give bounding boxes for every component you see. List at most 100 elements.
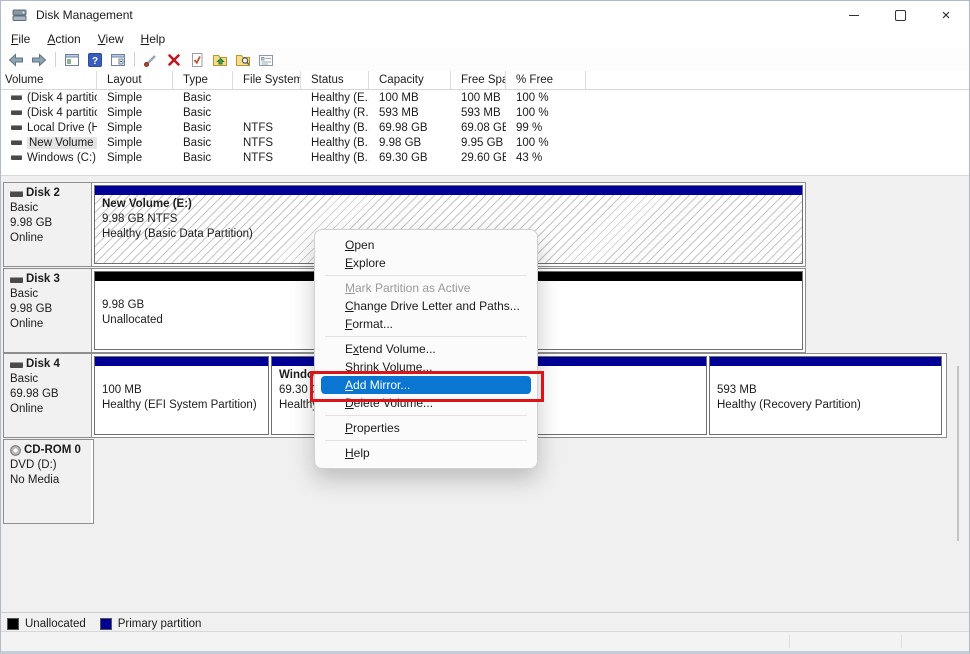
menu-separator: [325, 275, 527, 276]
annotation-red-box: [310, 371, 544, 402]
partition-size: 100 MB: [102, 383, 268, 398]
minimize-button[interactable]: [831, 1, 877, 29]
wand-icon[interactable]: [142, 51, 160, 68]
primary-partition-bar: [710, 357, 941, 366]
partition-status: Healthy (Recovery Partition): [717, 398, 941, 413]
properties-icon[interactable]: [257, 51, 275, 68]
col-type[interactable]: Type: [173, 71, 233, 89]
disk2-label[interactable]: Disk 2 Basic 9.98 GB Online: [4, 183, 92, 266]
mark-active-icon[interactable]: [188, 51, 206, 68]
back-icon[interactable]: [7, 51, 25, 68]
partition-size: 9.98 GB NTFS: [102, 212, 802, 227]
menu-file[interactable]: File: [4, 31, 37, 47]
menu-item-explore[interactable]: Explore: [315, 254, 537, 272]
cdrom-label[interactable]: CD-ROM 0 DVD (D:) No Media: [4, 440, 91, 523]
disk-name: Disk 3: [26, 272, 60, 287]
cell-capacity: 9.98 GB: [369, 135, 451, 150]
col-file-system[interactable]: File System: [233, 71, 301, 89]
menu-item-help[interactable]: Help: [315, 444, 537, 462]
cell-type: Basic: [173, 135, 233, 150]
disk-icon: [10, 191, 23, 197]
cell-layout: Simple: [97, 150, 173, 165]
close-button[interactable]: ×: [923, 1, 969, 29]
disk3-label[interactable]: Disk 3 Basic 9.98 GB Online: [4, 269, 92, 352]
cdrom-icon: [10, 445, 21, 456]
console-tree-icon[interactable]: [63, 51, 81, 68]
menu-item-properties[interactable]: Properties: [315, 419, 537, 437]
partition-size: 593 MB: [717, 383, 941, 398]
volume-icon: [11, 95, 22, 100]
cell-status: Healthy (R...: [301, 105, 369, 120]
forward-icon[interactable]: [30, 51, 48, 68]
svg-text:?: ?: [92, 56, 98, 67]
disk-kind: Basic: [10, 372, 87, 387]
status-divider: [901, 635, 902, 648]
action-pane-icon[interactable]: [109, 51, 127, 68]
menu-view[interactable]: View: [91, 31, 131, 47]
cell-layout: Simple: [97, 135, 173, 150]
scrollbar[interactable]: [957, 366, 959, 541]
disk-kind: Basic: [10, 287, 87, 302]
menu-action[interactable]: Action: [40, 31, 87, 47]
help-icon[interactable]: ?: [86, 51, 104, 68]
folder-search-icon[interactable]: [234, 51, 252, 68]
menu-separator: [325, 415, 527, 416]
volume-name: (Disk 4 partition 1): [27, 92, 97, 104]
col-layout[interactable]: Layout: [97, 71, 173, 89]
minimize-icon: [849, 15, 859, 16]
primary-partition-bar: [95, 186, 802, 195]
col-status[interactable]: Status: [301, 71, 369, 89]
cell-capacity: 69.98 GB: [369, 120, 451, 135]
toolbar-separator: [134, 52, 135, 67]
window-title: Disk Management: [36, 8, 133, 22]
menu-item-extend-volume[interactable]: Extend Volume...: [315, 340, 537, 358]
cell-capacity: 593 MB: [369, 105, 451, 120]
table-row[interactable]: (Disk 4 partition 4) Simple Basic Health…: [1, 105, 969, 120]
menu-bar: File Action View Help: [1, 29, 969, 48]
volume-name: New Volume (E:): [27, 137, 97, 149]
disk4-label[interactable]: Disk 4 Basic 69.98 GB Online: [4, 354, 92, 437]
partition-recovery[interactable]: 593 MB Healthy (Recovery Partition): [709, 356, 942, 435]
cell-capacity: 100 MB: [369, 90, 451, 105]
cell-free: 69.08 GB: [451, 120, 506, 135]
disk-status: Online: [10, 231, 87, 246]
menu-item-open[interactable]: Open: [315, 236, 537, 254]
menu-item-mark-partition-active: Mark Partition as Active: [315, 279, 537, 297]
cell-capacity: 69.30 GB: [369, 150, 451, 165]
col-volume[interactable]: Volume: [1, 71, 97, 89]
disk-icon: [10, 277, 23, 283]
table-row[interactable]: (Disk 4 partition 1) Simple Basic Health…: [1, 90, 969, 105]
volume-list-header: Volume Layout Type File System Status Ca…: [1, 71, 969, 90]
table-row[interactable]: Local Drive (H:) Simple Basic NTFS Healt…: [1, 120, 969, 135]
volume-icon: [11, 140, 22, 145]
partition-label: [102, 368, 268, 383]
col-free-space[interactable]: Free Spa...: [451, 71, 506, 89]
col-capacity[interactable]: Capacity: [369, 71, 451, 89]
cell-pct-free: 100 %: [506, 90, 586, 105]
title-bar: Disk Management ×: [1, 1, 969, 29]
menu-item-change-drive-letter[interactable]: Change Drive Letter and Paths...: [315, 297, 537, 315]
partition-efi[interactable]: 100 MB Healthy (EFI System Partition): [94, 356, 269, 435]
cell-status: Healthy (B...: [301, 150, 369, 165]
disk-name: Disk 2: [26, 186, 60, 201]
delete-volume-icon[interactable]: [165, 51, 183, 68]
volume-icon: [11, 110, 22, 115]
volume-icon: [11, 155, 22, 160]
col-empty: [586, 71, 969, 89]
menu-help[interactable]: Help: [134, 31, 173, 47]
cell-type: Basic: [173, 120, 233, 135]
cell-free: 9.95 GB: [451, 135, 506, 150]
legend-primary-label: Primary partition: [118, 618, 202, 630]
table-row-selected[interactable]: New Volume (E:) Simple Basic NTFS Health…: [1, 135, 969, 150]
maximize-button[interactable]: [877, 1, 923, 29]
col-pct-free[interactable]: % Free: [506, 71, 586, 89]
folder-up-icon[interactable]: [211, 51, 229, 68]
status-bar: [1, 631, 969, 651]
table-row[interactable]: Windows (C:) Simple Basic NTFS Healthy (…: [1, 150, 969, 165]
disk-kind: Basic: [10, 201, 87, 216]
maximize-icon: [895, 10, 906, 21]
cell-layout: Simple: [97, 120, 173, 135]
menu-item-format[interactable]: Format...: [315, 315, 537, 333]
disk-status: Online: [10, 317, 87, 332]
cell-fs: NTFS: [233, 120, 301, 135]
